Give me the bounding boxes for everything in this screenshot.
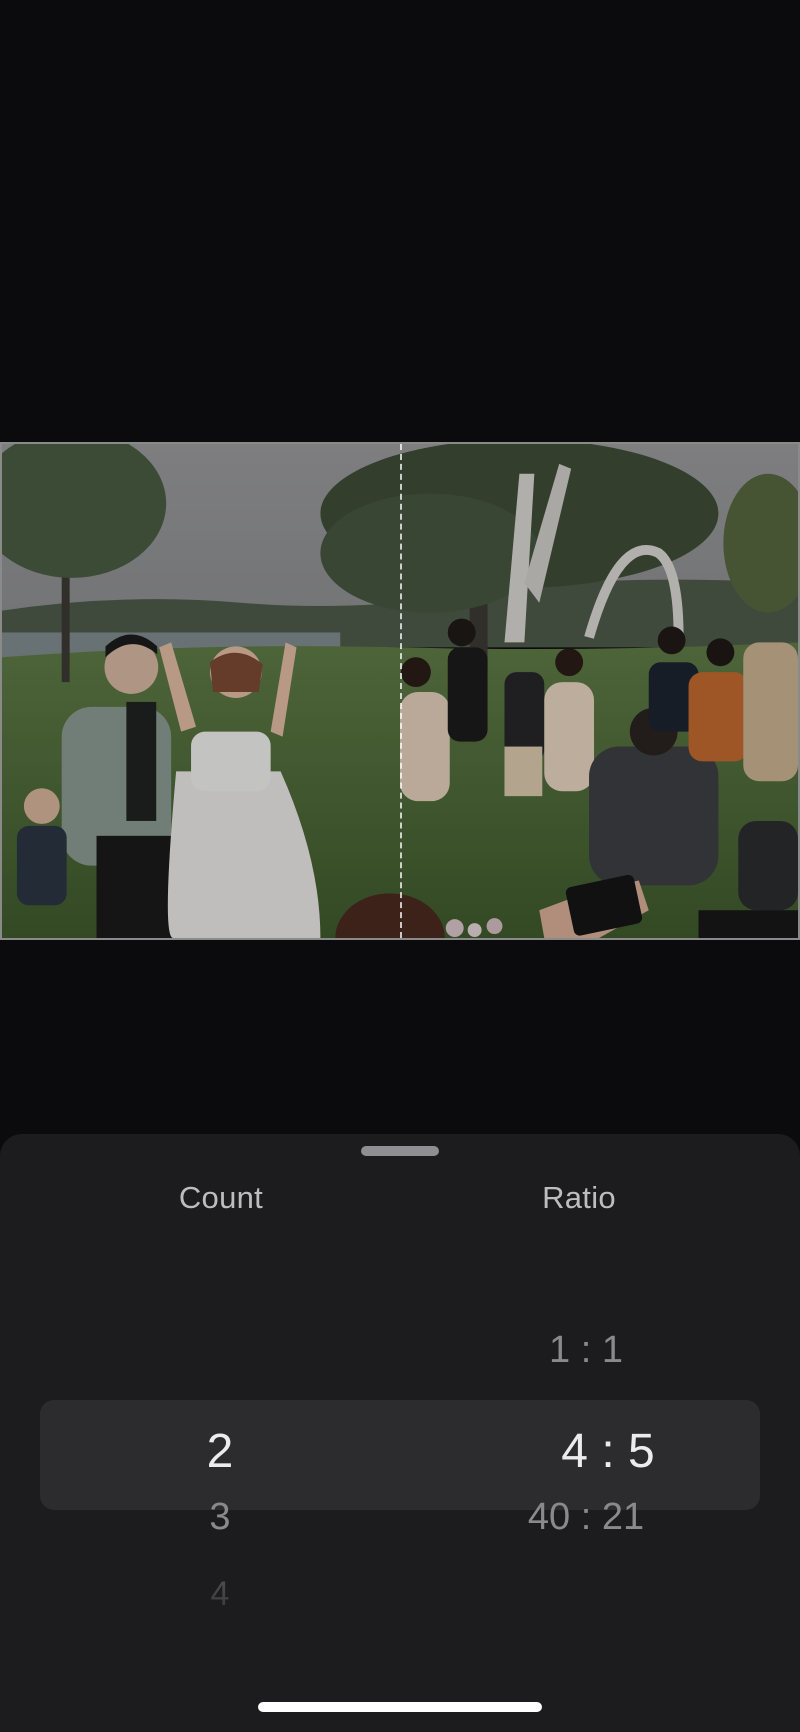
count-option[interactable]: 3 <box>100 1496 340 1539</box>
count-option-selected[interactable]: 2 <box>100 1424 340 1479</box>
count-option[interactable]: 4 <box>100 1575 340 1614</box>
ratio-column-title: Ratio <box>542 1180 616 1215</box>
ratio-option[interactable]: 1 : 1 <box>466 1329 706 1372</box>
ratio-option[interactable]: 40 : 21 <box>466 1496 706 1539</box>
sheet-grabber-handle[interactable] <box>361 1146 439 1156</box>
split-options-sheet: Count Ratio 2 3 4 1 : 1 4 : 5 40 : 21 <box>0 1134 800 1732</box>
photo-preview[interactable] <box>0 442 800 940</box>
split-guide-line[interactable] <box>400 444 402 938</box>
home-indicator[interactable] <box>258 1702 542 1712</box>
ratio-option-selected[interactable]: 4 : 5 <box>488 1424 728 1479</box>
count-column-title: Count <box>178 1180 264 1215</box>
